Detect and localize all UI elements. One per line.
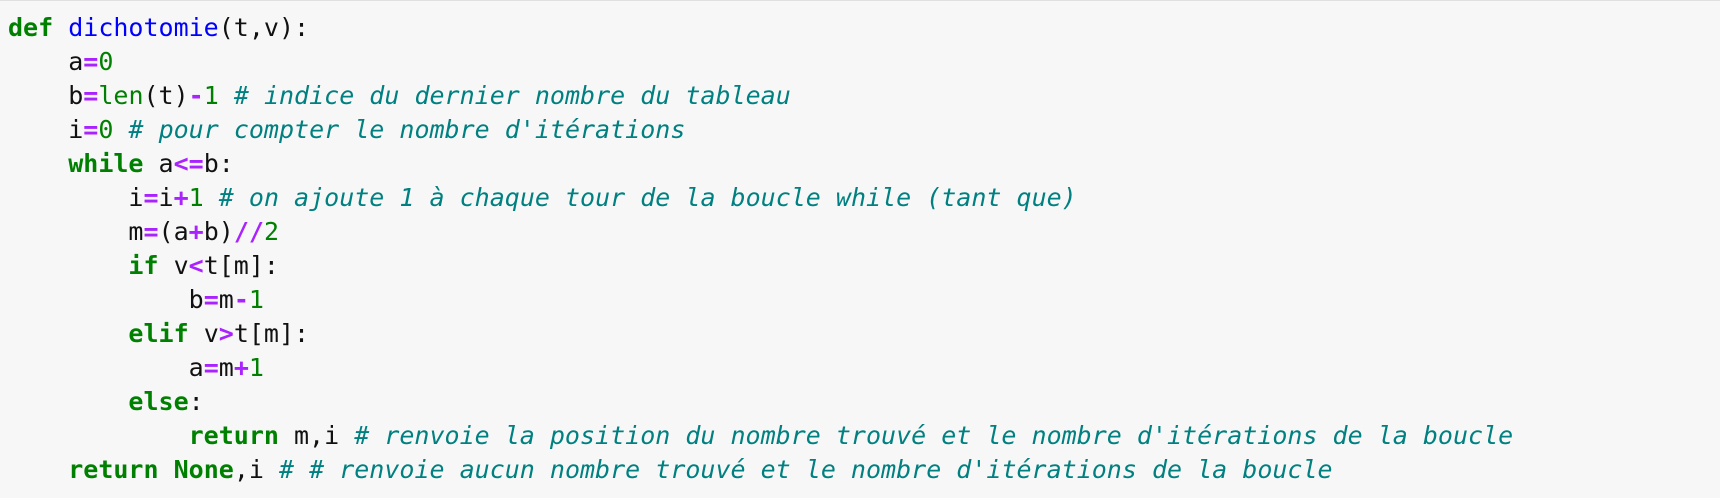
code-token-num: 1 <box>248 353 264 382</box>
code-token-tx: ,i <box>233 455 264 484</box>
code-line: b=m-1 <box>8 283 1720 317</box>
code-token-tx: v <box>158 251 189 280</box>
code-token-kw: return <box>188 421 279 450</box>
code-line: a=m+1 <box>8 351 1720 385</box>
code-line: b=len(t)-1 # indice du dernier nombre du… <box>8 79 1720 113</box>
code-token-op: // <box>233 217 264 246</box>
code-token-tx: i <box>158 183 174 212</box>
code-token-op: > <box>218 319 234 348</box>
code-line: i=0 # pour compter le nombre d'itération… <box>8 113 1720 147</box>
code-token-op: - <box>188 81 204 110</box>
code-token-op: = <box>143 217 159 246</box>
code-line: i=i+1 # on ajoute 1 à chaque tour de la … <box>8 181 1720 215</box>
code-line: while a<=b: <box>8 147 1720 181</box>
code-token-op: + <box>173 183 189 212</box>
code-line: m=(a+b)//2 <box>8 215 1720 249</box>
code-token-tx <box>53 13 68 42</box>
code-token-cm: # on ajoute 1 à chaque tour de la boucle… <box>218 183 1077 212</box>
code-token-tx <box>113 115 128 144</box>
code-token-op: < <box>188 251 204 280</box>
code-token-op: + <box>233 353 249 382</box>
code-token-num: 1 <box>248 285 264 314</box>
code-token-op: = <box>83 47 99 76</box>
code-line: return None,i # # renvoie aucun nombre t… <box>8 453 1720 487</box>
code-token-tx <box>339 421 354 450</box>
code-token-tx: m <box>128 217 144 246</box>
code-token-num: 0 <box>98 47 114 76</box>
code-token-tx: a <box>188 353 204 382</box>
code-token-kw: else <box>128 387 189 416</box>
code-token-op: - <box>233 285 249 314</box>
code-token-cm: # # renvoie aucun nombre trouvé et le no… <box>278 455 1333 484</box>
code-token-tx <box>264 455 279 484</box>
code-token-tx: b <box>188 285 204 314</box>
code-token-tx: m <box>218 285 234 314</box>
code-token-num: 0 <box>98 115 114 144</box>
code-token-tx: (t,v): <box>218 13 310 42</box>
code-token-tx <box>204 183 219 212</box>
code-token-cm: # indice du dernier nombre du tableau <box>233 81 791 110</box>
code-token-tx: m,i <box>278 421 340 450</box>
code-token-tx <box>159 455 174 484</box>
code-token-num: 1 <box>188 183 204 212</box>
code-token-op: = <box>203 285 219 314</box>
code-token-op: <= <box>173 149 204 178</box>
code-token-tx: a <box>143 149 174 178</box>
code-token-bi: len <box>98 81 144 110</box>
code-line: a=0 <box>8 45 1720 79</box>
code-token-num: 2 <box>263 217 279 246</box>
code-line: else: <box>8 385 1720 419</box>
code-token-kw: elif <box>128 319 189 348</box>
code-token-kw: while <box>68 149 144 178</box>
code-token-num: 1 <box>203 81 219 110</box>
code-token-op: = <box>83 81 99 110</box>
code-token-op: = <box>83 115 99 144</box>
code-token-tx: v <box>188 319 219 348</box>
code-token-op: = <box>143 183 159 212</box>
code-token-tx: i <box>68 115 84 144</box>
code-token-tx: t[m]: <box>203 251 279 280</box>
code-line: if v<t[m]: <box>8 249 1720 283</box>
code-token-tx: m <box>218 353 234 382</box>
code-token-tx: b) <box>203 217 234 246</box>
code-token-kw: if <box>128 251 159 280</box>
code-token-tx: b: <box>203 149 234 178</box>
code-token-op: = <box>203 353 219 382</box>
code-token-tx: (t) <box>143 81 189 110</box>
code-token-cm: # renvoie la position du nombre trouvé e… <box>354 421 1514 450</box>
code-token-tx: b <box>68 81 84 110</box>
code-token-tx: a <box>68 47 84 76</box>
code-line: return m,i # renvoie la position du nomb… <box>8 419 1720 453</box>
code-token-tx: t[m]: <box>233 319 310 348</box>
code-token-fn: dichotomie <box>68 13 219 42</box>
code-token-tx: i <box>128 183 144 212</box>
code-cell[interactable]: def dichotomie(t,v): a=0 b=len(t)-1 # in… <box>0 0 1720 498</box>
code-token-cm: # pour compter le nombre d'itérations <box>128 115 686 144</box>
code-token-tx: (a <box>158 217 189 246</box>
code-token-kw: None <box>173 455 234 484</box>
code-token-tx: : <box>188 387 204 416</box>
code-line: def dichotomie(t,v): <box>8 11 1720 45</box>
code-token-kw: return <box>68 455 159 484</box>
code-token-tx <box>219 81 234 110</box>
code-token-kw: def <box>8 13 54 42</box>
code-token-op: + <box>188 217 204 246</box>
code-line: elif v>t[m]: <box>8 317 1720 351</box>
